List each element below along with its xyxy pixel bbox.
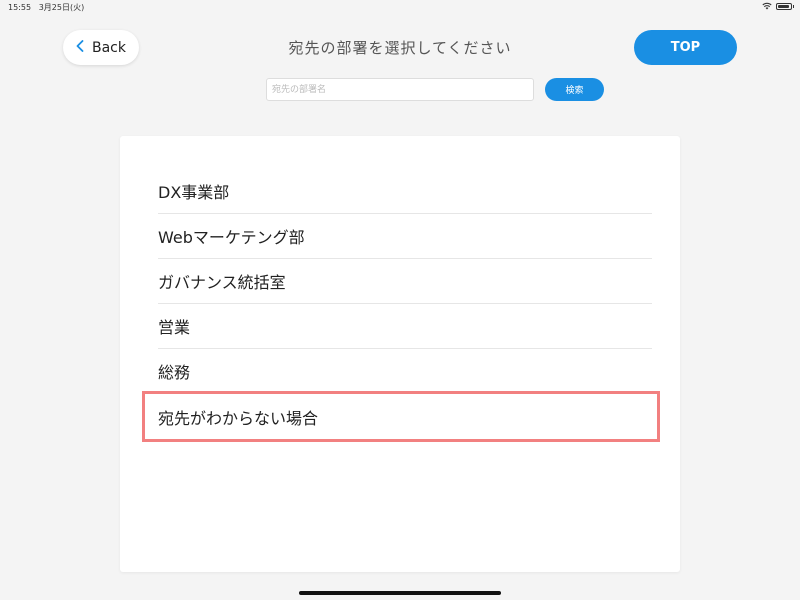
- department-item-general-affairs[interactable]: 総務: [158, 349, 652, 394]
- back-button[interactable]: Back: [63, 30, 139, 65]
- department-item-unknown[interactable]: 宛先がわからない場合: [142, 391, 660, 442]
- status-time: 15:55 3月25日(火): [8, 2, 84, 13]
- status-icons: [762, 2, 794, 10]
- status-date: 3月25日(火): [38, 3, 85, 12]
- back-button-label: Back: [92, 39, 126, 56]
- top-button[interactable]: TOP: [634, 30, 737, 65]
- search-button[interactable]: 検索: [545, 78, 604, 101]
- department-item-dx[interactable]: DX事業部: [158, 169, 652, 214]
- department-item-sales[interactable]: 営業: [158, 304, 652, 349]
- status-bar: 15:55 3月25日(火): [0, 0, 800, 14]
- page-title: 宛先の部署を選択してください: [288, 39, 512, 57]
- department-item-web-marketing[interactable]: Webマーケテング部: [158, 214, 652, 259]
- chevron-left-icon: [76, 40, 84, 55]
- status-clock: 15:55: [8, 3, 32, 12]
- battery-icon: [776, 2, 794, 10]
- department-item-governance[interactable]: ガバナンス統括室: [158, 259, 652, 304]
- wifi-icon: [762, 2, 772, 10]
- battery-fill: [778, 4, 789, 8]
- home-indicator[interactable]: [299, 591, 501, 595]
- department-list: DX事業部 Webマーケテング部 ガバナンス統括室 営業 総務 宛先がわからない…: [120, 136, 680, 572]
- search-input[interactable]: [266, 78, 534, 101]
